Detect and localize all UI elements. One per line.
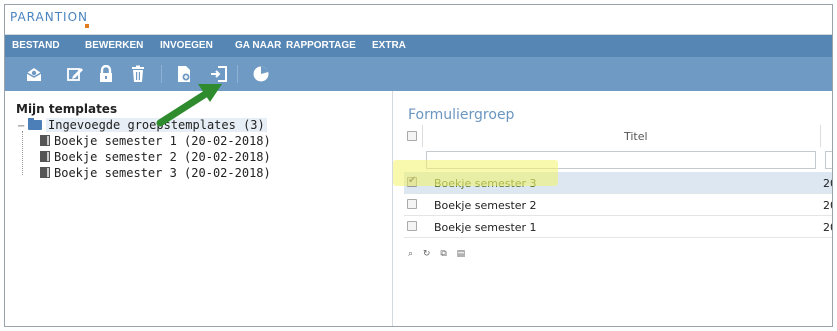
form-booklet-icon [40, 135, 50, 146]
row-date: 20- [823, 177, 832, 190]
row-title: Boekje semester 1 [434, 221, 537, 234]
date-filter-input[interactable] [825, 151, 832, 169]
tree-item[interactable]: Boekje semester 1 (20-02-2018) [40, 134, 271, 148]
menu-rapportage[interactable]: RAPPORTAGE [286, 40, 356, 51]
table-icon[interactable]: ▤ [457, 249, 466, 259]
toolbar [5, 57, 832, 91]
table-row[interactable]: Boekje semester 1 20- [404, 216, 832, 238]
search-icon[interactable]: ⌕ [408, 249, 413, 259]
tree-title: Mijn templates [16, 102, 118, 116]
row-title: Boekje semester 2 [434, 199, 537, 212]
table-row[interactable]: Boekje semester 2 20- [404, 194, 832, 216]
import-door-icon[interactable] [210, 65, 228, 83]
menu-bestand[interactable]: BESTAND [12, 40, 60, 51]
pager-toolbar: ⌕ ↻ ⧉ ▤ [408, 249, 472, 259]
row-date: 20- [823, 221, 832, 234]
tree-item[interactable]: Boekje semester 3 (20-02-2018) [40, 166, 271, 180]
lock-icon[interactable] [97, 65, 115, 83]
copy-icon[interactable]: ⧉ [440, 249, 446, 259]
menu-bar: BESTAND BEWERKEN INVOEGEN GA NAAR RAPPOR… [5, 35, 832, 57]
folder-icon [28, 118, 42, 130]
tree-item-label: Boekje semester 2 (20-02-2018) [54, 150, 271, 164]
logo-dot [85, 24, 89, 28]
toolbar-separator [237, 65, 238, 83]
envelope-open-icon[interactable] [25, 65, 43, 83]
row-checkbox[interactable] [407, 199, 417, 209]
column-divider [422, 125, 423, 147]
tree-group-label: Ingevoegde groepstemplates (3) [46, 118, 267, 132]
brand-bar: PARANTION [5, 5, 832, 35]
grid-header: Titel [404, 125, 832, 147]
tree-item-label: Boekje semester 3 (20-02-2018) [54, 166, 271, 180]
template-tree-panel: Mijn templates − Ingevoegde groepstemplat… [5, 91, 393, 326]
add-document-icon[interactable] [175, 65, 193, 83]
tree-group-node[interactable]: − Ingevoegde groepstemplates (3) [17, 118, 267, 132]
collapse-icon[interactable]: − [17, 121, 26, 132]
menu-bewerken[interactable]: BEWERKEN [85, 40, 143, 51]
form-booklet-icon [40, 167, 50, 178]
toolbar-separator [161, 65, 162, 83]
pie-chart-icon[interactable] [252, 65, 270, 83]
panel-title: Formuliergroep [408, 107, 515, 123]
column-header-titel[interactable]: Titel [624, 130, 648, 143]
edit-icon[interactable] [66, 65, 84, 83]
app-logo: PARANTION [10, 10, 89, 24]
tree-item-label: Boekje semester 1 (20-02-2018) [54, 134, 271, 148]
form-group-panel: Formuliergroep Titel Boekje semester 3 2… [394, 91, 832, 326]
tree-connector [22, 131, 23, 175]
menu-invoegen[interactable]: INVOEGEN [160, 40, 213, 51]
form-booklet-icon [40, 151, 50, 162]
menu-extra[interactable]: EXTRA [372, 40, 406, 51]
column-divider [820, 125, 821, 147]
menu-ga-naar[interactable]: GA NAAR [235, 40, 281, 51]
refresh-icon[interactable]: ↻ [423, 249, 431, 259]
row-date: 20- [823, 199, 832, 212]
select-all-checkbox[interactable] [407, 131, 417, 141]
trash-icon[interactable] [129, 65, 147, 83]
highlight-marker [393, 160, 558, 186]
row-checkbox[interactable] [407, 221, 417, 231]
tree-item[interactable]: Boekje semester 2 (20-02-2018) [40, 150, 271, 164]
